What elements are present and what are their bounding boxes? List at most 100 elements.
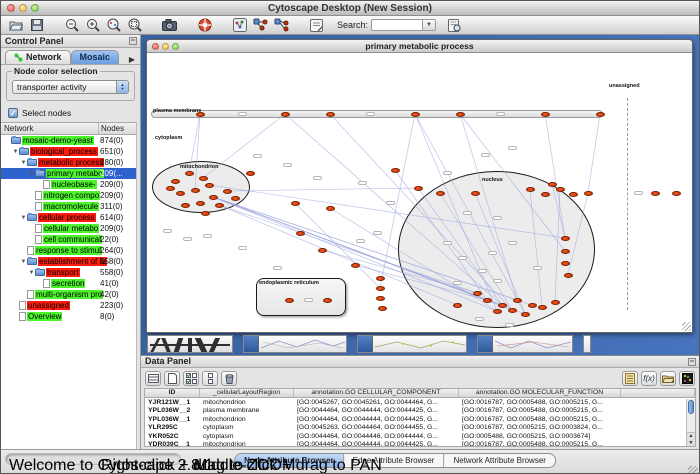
- gene-node[interactable]: [166, 186, 175, 191]
- network-window-titlebar[interactable]: primary metabolic process: [147, 40, 692, 53]
- gene-node-small[interactable]: [304, 298, 313, 302]
- gene-node[interactable]: [551, 300, 560, 305]
- attribute-editor-icon[interactable]: [622, 371, 638, 386]
- float-panel-icon[interactable]: [129, 37, 137, 45]
- gene-node[interactable]: [326, 112, 335, 117]
- open-file-icon[interactable]: [7, 17, 24, 33]
- matrix-view-icon[interactable]: [679, 371, 695, 386]
- gene-node[interactable]: [323, 298, 332, 303]
- gene-node[interactable]: [672, 191, 681, 196]
- search-input[interactable]: [371, 19, 423, 31]
- gene-node[interactable]: [191, 188, 200, 193]
- column-header-3[interactable]: annotation.GO MOLECULAR_FUNCTION: [459, 389, 621, 397]
- gene-node[interactable]: [483, 298, 492, 303]
- tree-row-macromolecule[interactable]: macromolecule311(0): [1, 201, 136, 212]
- gene-node-small[interactable]: [508, 241, 517, 245]
- gene-node[interactable]: [326, 206, 335, 211]
- table-row[interactable]: YJR121W__1mitochondrion[GO:0045267, GO:0…: [145, 398, 695, 407]
- float-panel-icon[interactable]: [688, 358, 696, 366]
- table-row[interactable]: YKR052Ccytoplasm[GO:0044464, GO:0044446,…: [145, 432, 695, 441]
- gene-node[interactable]: [538, 305, 547, 310]
- tree-row-mosaic-demo-yeast[interactable]: mosaic-demo-yeast874(0): [1, 135, 136, 146]
- tree-row-transport[interactable]: ▼transport558(0): [1, 267, 136, 278]
- import-attributes-icon[interactable]: [660, 371, 676, 386]
- gene-node[interactable]: [196, 201, 205, 206]
- gene-node[interactable]: [453, 303, 462, 308]
- attribute-table-header[interactable]: ID_cellularLayoutRegionannotation.GO CEL…: [145, 389, 695, 398]
- gene-node[interactable]: [291, 201, 300, 206]
- column-header-2[interactable]: annotation.GO CELLULAR_COMPONENT: [294, 389, 459, 397]
- enhanced-search-icon[interactable]: [446, 17, 463, 33]
- gene-node[interactable]: [569, 192, 578, 197]
- select-edges-icon[interactable]: [273, 17, 290, 33]
- disclosure-triangle-icon[interactable]: ▼: [28, 171, 35, 177]
- gene-node[interactable]: [201, 211, 210, 216]
- gene-node[interactable]: [391, 168, 400, 173]
- gene-node[interactable]: [181, 203, 190, 208]
- minimized-network-window[interactable]: [357, 335, 467, 353]
- gene-node-small[interactable]: [493, 216, 502, 220]
- gene-node[interactable]: [411, 112, 420, 117]
- gene-node-small[interactable]: [313, 176, 322, 180]
- gene-node[interactable]: [561, 261, 570, 266]
- zoom-fit-icon[interactable]: [126, 17, 143, 33]
- attribute-table[interactable]: ID_cellularLayoutRegionannotation.GO CEL…: [144, 388, 696, 447]
- tree-row-biological-process[interactable]: ▼biological_process651(0): [1, 146, 136, 157]
- gene-node-small[interactable]: [163, 229, 172, 233]
- tree-row-cellular-metabo[interactable]: cellular metabo209(0): [1, 223, 136, 234]
- disclosure-triangle-icon[interactable]: ▼: [20, 160, 27, 166]
- gene-node-small[interactable]: [183, 237, 192, 241]
- gene-node-small[interactable]: [496, 112, 505, 116]
- search-dropdown-button[interactable]: ▼: [423, 19, 436, 31]
- network-view-window[interactable]: primary metabolic process plasma membran…: [146, 39, 693, 333]
- table-row[interactable]: YPL036W__2plasma membrane[GO:0044464, GO…: [145, 407, 695, 416]
- minimized-network-window[interactable]: [477, 335, 573, 353]
- gene-node[interactable]: [281, 112, 290, 117]
- tree-header[interactable]: Network Nodes: [1, 123, 136, 135]
- gene-node[interactable]: [596, 112, 605, 117]
- gene-node-small[interactable]: [366, 112, 375, 116]
- disclosure-triangle-icon[interactable]: ▼: [20, 259, 27, 265]
- zoom-selected-icon[interactable]: [105, 17, 122, 33]
- new-attribute-icon[interactable]: [164, 371, 180, 386]
- gene-node[interactable]: [541, 192, 550, 197]
- gene-node[interactable]: [205, 183, 214, 188]
- gene-node[interactable]: [471, 191, 480, 196]
- help-icon[interactable]: [196, 17, 213, 33]
- tab-network[interactable]: Network: [5, 50, 71, 64]
- gene-node-small[interactable]: [358, 181, 367, 185]
- minimized-window-nub[interactable]: [583, 335, 591, 353]
- tree-row-multi-organism-pro[interactable]: multi-organism pro42(0): [1, 289, 136, 300]
- gene-node-small[interactable]: [505, 323, 514, 327]
- tab-overflow-arrow[interactable]: ▶: [126, 55, 138, 64]
- unselect-attributes-icon[interactable]: [202, 371, 218, 386]
- tree-row-establishment-of-lo[interactable]: ▼establishment of lo558(0): [1, 256, 136, 267]
- gene-node-small[interactable]: [273, 266, 282, 270]
- overview-icon[interactable]: [231, 17, 248, 33]
- gene-node[interactable]: [513, 298, 522, 303]
- gene-node[interactable]: [171, 179, 180, 184]
- disclosure-triangle-icon[interactable]: ▼: [28, 270, 35, 276]
- gene-node-small[interactable]: [356, 239, 365, 243]
- first-neighbors-icon[interactable]: [252, 17, 269, 33]
- gene-node-small[interactable]: [493, 279, 502, 283]
- zoom-in-icon[interactable]: [84, 17, 101, 33]
- gene-node[interactable]: [584, 191, 593, 196]
- tree-row-metabolic-process[interactable]: ▼metabolic process280(0): [1, 157, 136, 168]
- gene-node-small[interactable]: [238, 246, 247, 250]
- gene-node[interactable]: [351, 263, 360, 268]
- gene-node[interactable]: [556, 187, 565, 192]
- disclosure-triangle-icon[interactable]: ▼: [12, 149, 19, 155]
- gene-node[interactable]: [651, 191, 660, 196]
- select-nodes-checkbox[interactable]: ✓: [8, 108, 18, 118]
- gene-node-small[interactable]: [283, 163, 292, 167]
- table-row[interactable]: YLR295Ccytoplasm[GO:0045263, GO:0044464,…: [145, 424, 695, 433]
- save-icon[interactable]: [28, 17, 45, 33]
- gene-node-small[interactable]: [634, 191, 643, 195]
- tree-row-cellular-process[interactable]: ▼cellular process614(0): [1, 212, 136, 223]
- gene-node[interactable]: [231, 196, 240, 201]
- network-canvas[interactable]: plasma membrane cytoplasm mitochondrion …: [147, 53, 692, 332]
- gene-node-small[interactable]: [481, 153, 490, 157]
- gene-node-small[interactable]: [478, 269, 487, 273]
- tab-network-attribute-browser[interactable]: Network Attribute Browser: [444, 454, 554, 467]
